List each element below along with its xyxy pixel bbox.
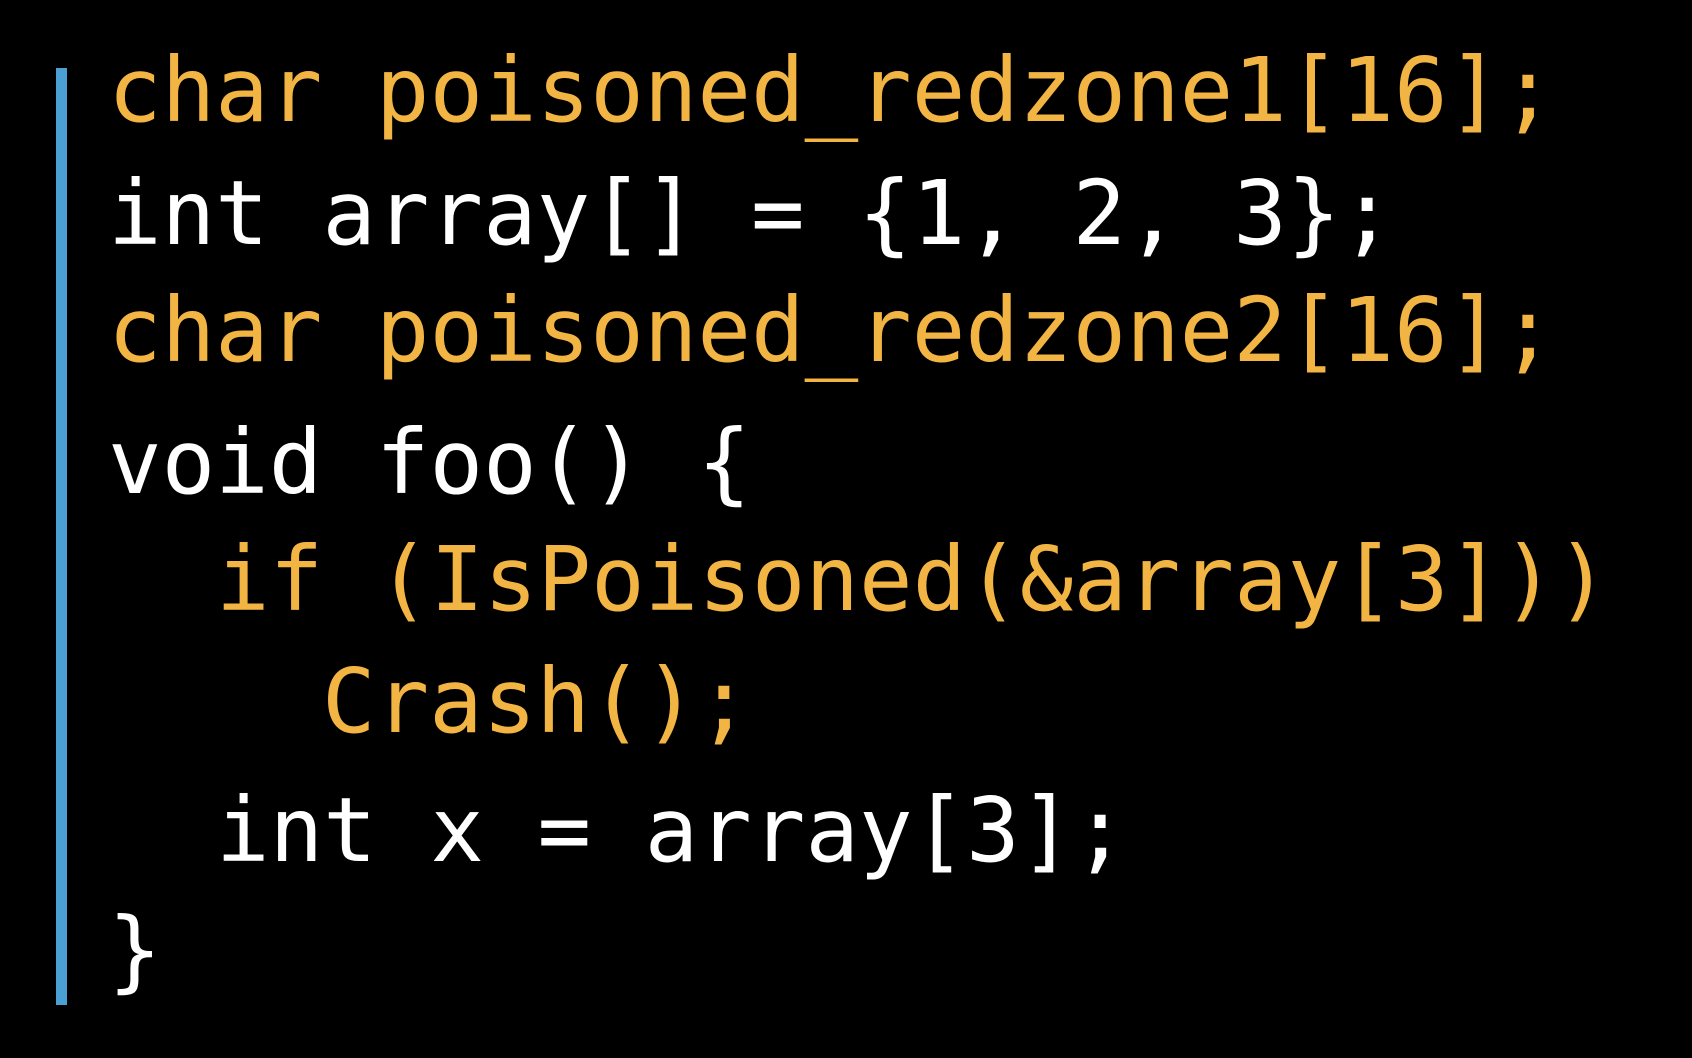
code-line-array-access: int x = array[3]; — [216, 778, 1127, 882]
code-line-redzone1: char poisoned_redzone1[16]; — [108, 38, 1555, 142]
code-slide: char poisoned_redzone1[16]; int array[] … — [0, 0, 1692, 1058]
code-line-function-signature: void foo() { — [108, 410, 751, 514]
code-line-array-decl: int array[] = {1, 2, 3}; — [108, 161, 1394, 265]
code-line-closing-brace: } — [108, 898, 162, 1002]
quote-accent-bar — [56, 68, 67, 1005]
code-line-crash-call: Crash(); — [322, 649, 751, 753]
code-line-redzone2: char poisoned_redzone2[16]; — [108, 278, 1555, 382]
code-line-poison-check: if (IsPoisoned(&array[3])) — [216, 527, 1610, 631]
